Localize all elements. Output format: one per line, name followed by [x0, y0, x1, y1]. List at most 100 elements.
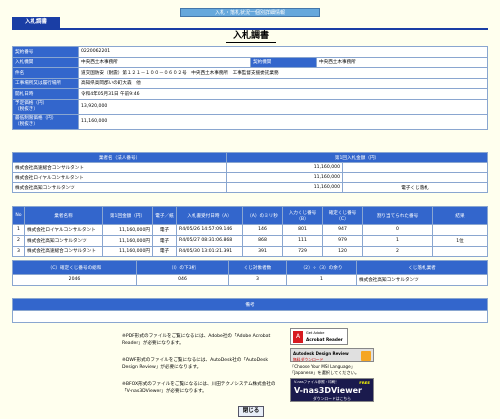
autodesk-language-note: 「Choose Your MSI Language」 「Japanese」を選択… — [290, 364, 360, 375]
info-value: 11,160,000 — [78, 113, 488, 130]
section-tab: 入札調書 — [12, 17, 60, 28]
column-header: 割り当てられた番号 — [362, 206, 433, 225]
company-name: 株式会社高速総合コンサルタント — [24, 245, 103, 258]
result: 1位 — [432, 234, 488, 247]
bid-note: 電子くじ落札 — [342, 182, 488, 193]
info-label: 契約番号 — [12, 46, 79, 58]
column-header: （C）確定くじ番号の総和 — [12, 260, 137, 275]
column-header: 第1回金額（円） — [102, 206, 153, 225]
column-header: （2）÷（3）の余り — [286, 260, 357, 275]
column-header: 第1回入札金額（円） — [226, 152, 488, 163]
submission-type: 電子 — [152, 224, 177, 236]
page-title: 入札調書 — [226, 29, 276, 43]
info-row-opening-date: 開札日時 令和4年05月31日 午前9:46 — [12, 88, 488, 100]
bid-note — [342, 162, 488, 173]
received-time: R4/05/26 14:57:09.146 — [176, 224, 243, 236]
assigned-no: 0 — [362, 224, 433, 236]
column-header: 業者名称 — [24, 206, 103, 225]
lottery-sum: 2046 — [12, 274, 137, 286]
vnas-badge-top: V-nasファイル参照・印刷！ — [294, 380, 339, 384]
info-label: 開札日時 — [12, 88, 79, 100]
lottery-winner: 株式会社高知コンサルタンツ — [356, 274, 488, 286]
info-row-planned-price: 予定価格（円） （税抜き） 13,920,000 — [12, 98, 488, 115]
info-label: 最低制限価格（円） （税抜き） — [12, 113, 79, 130]
bid-note — [342, 172, 488, 183]
company-name: 株式会社高知コンサルタンツ — [24, 234, 103, 247]
vnas-viewer-badge[interactable]: V-nasファイル参照・印刷！ FREE V-nas3DViewer ダウンロー… — [290, 378, 374, 402]
table-row: 株式会社高知コンサルタンツ 11,160,000 電子くじ落札 — [12, 182, 488, 193]
table-row: 1 株式会社ロイヤルコンサルタント 11,160,000円 電子 R4/05/2… — [12, 224, 488, 236]
info-label: 契約機関 — [250, 56, 317, 68]
vnas-badge-sub: ダウンロードはこちら — [313, 396, 351, 401]
input-lottery-no: 729 — [282, 245, 323, 258]
bfox-note: ※BFOX形式のファイルをご覧になるには、川田テクノシステム株式会社の「V-na… — [122, 382, 276, 394]
dwf-note: ※DWF形式のファイルをご覧になるには、AutoDesk社の「AutoDesk … — [122, 358, 269, 370]
fixed-lottery-no: 120 — [322, 245, 363, 258]
adobe-reader-badge[interactable]: A Get Adobe Acrobat Reader — [290, 328, 348, 345]
column-header: No — [12, 206, 25, 225]
bidders-header-row: 業者名（法人番号） 第1回入札金額（円） — [12, 152, 488, 163]
table-row: 3 株式会社高速総合コンサルタント 11,160,000円 電子 R4/05/3… — [12, 245, 488, 258]
info-value: 令和4年05月31日 午前9:46 — [78, 88, 488, 100]
received-time: R4/05/27 08:31:06.868 — [176, 234, 243, 247]
bid-amount: 11,160,000円 — [102, 245, 153, 258]
lottery-remainder: 1 — [286, 274, 357, 286]
assigned-no: 2 — [362, 245, 433, 258]
row-no: 1 — [12, 224, 25, 236]
info-label: 工事場所又は履行場所 — [12, 77, 79, 89]
autodesk-design-review-badge[interactable]: Autodesk Design Review 無料ダウンロード — [290, 348, 374, 362]
assigned-no: 1 — [362, 234, 433, 247]
bid-amount: 11,160,000 — [226, 172, 343, 183]
remarks-table: 備考 — [12, 298, 488, 323]
submission-type: 電子 — [152, 245, 177, 258]
info-row-subject: 件名 道交国防安（耐震）第１２１－１００－０６０２号 中央西土木事務所 工事監督… — [12, 67, 488, 79]
info-label: 予定価格（円） （税抜き） — [12, 98, 79, 115]
lottery-header-row: （C）確定くじ番号の総和 （I）の下3桁 くじ対象者数 （2）÷（3）の余り く… — [12, 260, 488, 275]
column-header: 入札書受付日時（A） — [176, 206, 243, 225]
submission-type: 電子 — [152, 234, 177, 247]
lottery-last3: 046 — [136, 274, 229, 286]
row-no: 2 — [12, 234, 25, 247]
received-time: R4/05/30 13:01:21.391 — [176, 245, 243, 258]
column-header: 確定くじ番号（C） — [322, 206, 363, 225]
adobe-badge-label: Acrobat Reader — [306, 337, 343, 342]
lottery-results-table: No 業者名称 第1回金額（円） 電子／紙 入札書受付日時（A） （A）のミリ秒… — [12, 206, 488, 258]
pdf-note: ※PDF形式のファイルをご覧になるには、Adobe社の「Adobe Acroba… — [122, 334, 271, 346]
bid-amount: 11,160,000 — [226, 162, 343, 173]
column-header: （A）のミリ秒 — [242, 206, 283, 225]
info-value: 高知県高岡郡いの町大森 他 — [78, 77, 488, 89]
bidder-name: 株式会社ロイヤルコンサルタント — [12, 172, 227, 183]
info-label: 入札機関 — [12, 56, 79, 68]
result — [432, 224, 488, 236]
info-value: 道交国防安（耐震）第１２１－１００－０６０２号 中央西土木事務所 工事監督支援委… — [78, 67, 488, 79]
bidder-name: 株式会社高知コンサルタンツ — [12, 182, 227, 193]
milliseconds: 868 — [242, 234, 283, 247]
info-value: 中央西土木事務所 — [316, 56, 488, 68]
input-lottery-no: 801 — [282, 224, 323, 236]
column-header: くじ対象者数 — [228, 260, 287, 275]
result — [432, 245, 488, 258]
table-row: 株式会社ロイヤルコンサルタント 11,160,000 — [12, 172, 488, 183]
info-label: 件名 — [12, 67, 79, 79]
fixed-lottery-no: 947 — [322, 224, 363, 236]
autodesk-badge-sub: 無料ダウンロード — [293, 357, 324, 362]
column-header: 結果 — [432, 206, 488, 225]
close-button[interactable]: 閉じる — [238, 406, 264, 417]
column-header: 備考 — [12, 298, 488, 311]
bid-amount: 11,160,000円 — [102, 224, 153, 236]
milliseconds: 146 — [242, 224, 283, 236]
autodesk-logo-icon — [361, 351, 371, 361]
vnas-badge-free: FREE — [359, 380, 370, 385]
column-header: くじ落札業者 — [356, 260, 488, 275]
column-header: （I）の下3桁 — [136, 260, 229, 275]
info-row-agency: 入札機関 中央西土木事務所 契約機関 中央西土木事務所 — [12, 56, 488, 68]
info-row-min-price: 最低制限価格（円） （税抜き） 11,160,000 — [12, 113, 488, 130]
remarks-value — [12, 310, 488, 323]
column-header: 業者名（法人番号） — [12, 152, 227, 163]
table-row: 2 株式会社高知コンサルタンツ 11,160,000円 電子 R4/05/27 … — [12, 234, 488, 247]
fixed-lottery-no: 979 — [322, 234, 363, 247]
milliseconds: 391 — [242, 245, 283, 258]
company-name: 株式会社ロイヤルコンサルタント — [24, 224, 103, 236]
row-no: 3 — [12, 245, 25, 258]
lottery-summary-table: （C）確定くじ番号の総和 （I）の下3桁 くじ対象者数 （2）÷（3）の余り く… — [12, 260, 488, 286]
